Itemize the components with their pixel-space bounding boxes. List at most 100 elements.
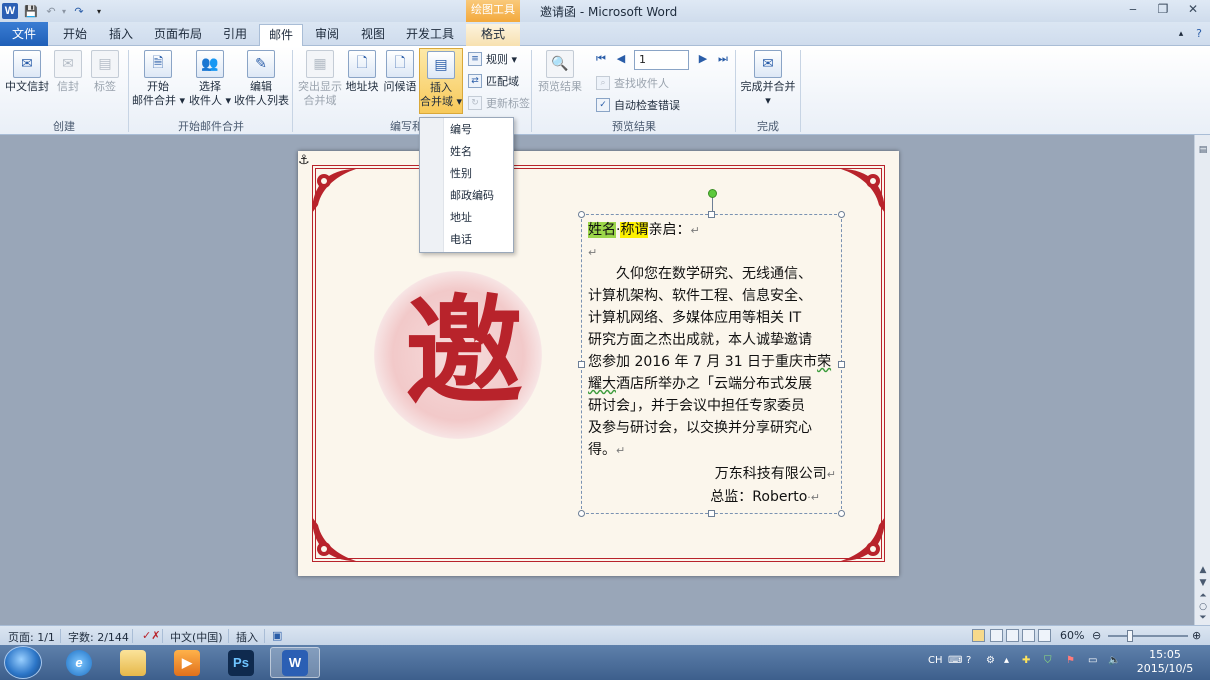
- select-recipients-button[interactable]: 👥 选择 收件人 ▾: [188, 50, 232, 108]
- tray-options-icon[interactable]: ⚙: [986, 655, 995, 666]
- taskbar-media-player[interactable]: ▶: [162, 647, 212, 678]
- rules-button[interactable]: ≡ 规则 ▾: [468, 50, 517, 68]
- tab-references[interactable]: 引用: [216, 24, 254, 46]
- shield-icon[interactable]: ⛉: [1044, 655, 1052, 666]
- invitation-text-box[interactable]: 姓名·称谓亲启：↵ ↵ 久仰您在数学研究、无线通信、 计算机架构、软件工程、信息…: [578, 189, 845, 517]
- record-number-input[interactable]: 1: [634, 50, 689, 70]
- help-tray-icon[interactable]: ?: [966, 655, 971, 666]
- taskbar-word[interactable]: W: [270, 647, 320, 678]
- dropdown-item-phone[interactable]: 电话: [450, 229, 510, 251]
- tab-file[interactable]: 文件: [0, 22, 48, 46]
- customize-quick-access-icon[interactable]: ▾: [94, 3, 104, 19]
- show-hidden-icons-icon[interactable]: ▴: [1004, 655, 1009, 666]
- minimize-button[interactable]: ‒: [1120, 2, 1146, 20]
- update-labels-button[interactable]: ↻ 更新标签: [468, 94, 530, 112]
- zoom-slider-thumb[interactable]: [1127, 630, 1134, 642]
- full-screen-view-icon[interactable]: [990, 629, 1003, 642]
- dropdown-item-gender[interactable]: 性别: [450, 163, 510, 185]
- word-count[interactable]: 字数: 2/144: [68, 629, 129, 645]
- redo-icon[interactable]: ↷: [72, 3, 86, 19]
- rotation-handle[interactable]: [708, 189, 717, 198]
- close-button[interactable]: ✕: [1180, 2, 1206, 20]
- word-app-icon[interactable]: W: [2, 3, 18, 19]
- highlight-merge-fields-button[interactable]: ▦ 突出显示 合并域: [298, 50, 342, 108]
- finish-and-merge-button[interactable]: ✉ 完成并合并 ▾: [740, 50, 796, 108]
- tab-insert[interactable]: 插入: [102, 24, 140, 46]
- outline-view-icon[interactable]: [1022, 629, 1035, 642]
- tab-developer[interactable]: 开发工具: [400, 24, 460, 46]
- tab-review[interactable]: 审阅: [308, 24, 346, 46]
- grammar-flag[interactable]: 耀大: [588, 376, 616, 392]
- undo-dropdown-icon[interactable]: ▾: [60, 3, 68, 19]
- tab-page-layout[interactable]: 页面布局: [148, 24, 208, 46]
- preview-results-button[interactable]: 🔍 预览结果: [536, 50, 584, 94]
- page-count[interactable]: 页面: 1/1: [8, 629, 55, 645]
- resize-handle-se[interactable]: [838, 510, 845, 517]
- security-tray-icon[interactable]: ✚: [1022, 655, 1030, 666]
- insert-merge-field-button[interactable]: ▤ 插入 合并域 ▾: [419, 48, 463, 114]
- undo-icon[interactable]: ↶: [44, 3, 58, 19]
- system-clock[interactable]: 15:05 2015/10/5: [1130, 648, 1200, 676]
- print-layout-view-icon[interactable]: [972, 629, 985, 642]
- address-block-button[interactable]: 🗋 地址块: [344, 50, 380, 94]
- resize-handle-s[interactable]: [708, 510, 715, 517]
- restore-button[interactable]: ❐: [1150, 2, 1176, 20]
- keyboard-icon[interactable]: ⌨: [948, 655, 962, 666]
- labels-button[interactable]: ▤ 标签: [90, 50, 120, 94]
- zoom-out-icon[interactable]: ⊖: [1092, 629, 1101, 642]
- envelopes-button[interactable]: ✉ 信封: [54, 50, 82, 94]
- merge-field-name[interactable]: 姓名: [588, 222, 616, 238]
- previous-page-icon[interactable]: ⏶: [1197, 591, 1209, 601]
- vertical-scrollbar[interactable]: ▤ ▲ ▼ ⏶ ○ ⏷: [1194, 135, 1210, 625]
- start-button[interactable]: [4, 646, 42, 679]
- anchor-icon[interactable]: ⚓: [298, 153, 310, 168]
- minimize-ribbon-icon[interactable]: ▴: [1174, 24, 1188, 46]
- zoom-level[interactable]: 60%: [1060, 629, 1084, 642]
- ime-indicator[interactable]: CH: [928, 655, 943, 666]
- resize-handle-nw[interactable]: [578, 211, 585, 218]
- chinese-envelope-button[interactable]: ✉ 中文信封: [4, 50, 50, 94]
- save-icon[interactable]: 💾: [24, 3, 38, 19]
- dropdown-item-number[interactable]: 编号: [450, 119, 510, 141]
- auto-check-errors-button[interactable]: ✓ 自动检查错误: [596, 96, 680, 114]
- taskbar-file-explorer[interactable]: [108, 647, 158, 678]
- help-icon[interactable]: ?: [1192, 24, 1206, 46]
- next-page-icon[interactable]: ⏷: [1197, 613, 1209, 623]
- ruler-toggle-icon[interactable]: ▤: [1197, 145, 1209, 155]
- resize-handle-sw[interactable]: [578, 510, 585, 517]
- action-center-icon[interactable]: ⚑: [1066, 655, 1075, 666]
- zoom-in-icon[interactable]: ⊕: [1192, 629, 1201, 642]
- dropdown-item-name[interactable]: 姓名: [450, 141, 510, 163]
- last-record-icon[interactable]: ⏭: [716, 52, 730, 66]
- web-layout-view-icon[interactable]: [1006, 629, 1019, 642]
- tab-mailings[interactable]: 邮件: [259, 24, 303, 47]
- tab-format[interactable]: 格式: [466, 24, 520, 46]
- tab-view[interactable]: 视图: [354, 24, 392, 46]
- resize-handle-n[interactable]: [708, 211, 715, 218]
- macro-record-icon[interactable]: ▣: [272, 629, 282, 642]
- draft-view-icon[interactable]: [1038, 629, 1051, 642]
- grammar-flag[interactable]: 荣: [817, 354, 831, 370]
- start-mail-merge-button[interactable]: 🗎 开始 邮件合并 ▾: [132, 50, 185, 108]
- proofing-icon[interactable]: ✓✗: [142, 629, 160, 642]
- scroll-up-icon[interactable]: ▲: [1197, 565, 1209, 575]
- volume-icon[interactable]: 🔈: [1108, 655, 1120, 666]
- previous-record-icon[interactable]: ◀: [614, 52, 628, 66]
- taskbar-photoshop[interactable]: Ps: [216, 647, 266, 678]
- network-icon[interactable]: ▭: [1088, 655, 1097, 666]
- dropdown-item-address[interactable]: 地址: [450, 207, 510, 229]
- find-recipient-button[interactable]: ⌕ 查找收件人: [596, 74, 669, 92]
- greeting-line-button[interactable]: 🗋 问候语: [382, 50, 418, 94]
- merge-field-title[interactable]: 称谓: [620, 222, 649, 238]
- tab-home[interactable]: 开始: [56, 24, 94, 46]
- insert-mode-indicator[interactable]: 插入: [236, 629, 258, 645]
- dropdown-item-postcode[interactable]: 邮政编码: [450, 185, 510, 207]
- document-page[interactable]: ⚓ 邀 姓名·称谓亲启：↵ ↵ 久仰您在数学研究、无线通信、 计算机架构、软件工…: [298, 151, 899, 576]
- scroll-down-icon[interactable]: ▼: [1197, 578, 1209, 588]
- next-record-icon[interactable]: ▶: [696, 52, 710, 66]
- zoom-slider[interactable]: [1108, 635, 1188, 637]
- match-fields-button[interactable]: ⇄ 匹配域: [468, 72, 519, 90]
- resize-handle-w[interactable]: [578, 361, 585, 368]
- language-indicator[interactable]: 中文(中国): [170, 629, 223, 645]
- resize-handle-ne[interactable]: [838, 211, 845, 218]
